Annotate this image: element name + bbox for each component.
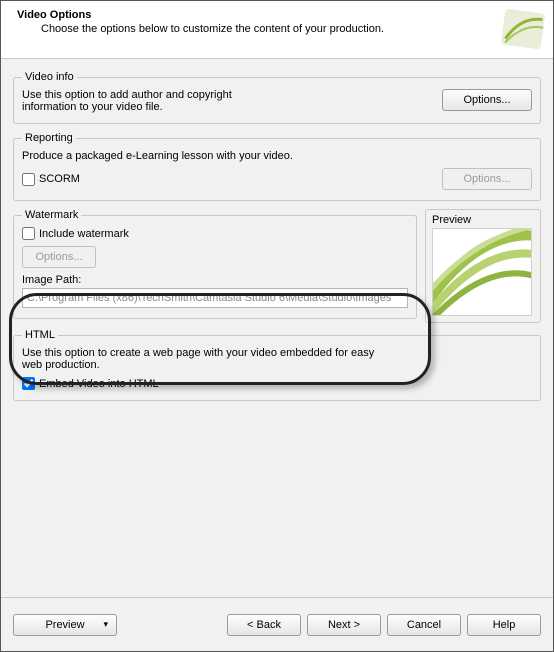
page-title: Video Options [17,9,541,21]
next-button[interactable]: Next > [307,614,381,636]
scorm-checkbox[interactable] [22,173,35,186]
legend-reporting: Reporting [22,132,76,144]
image-path-label: Image Path: [22,274,408,286]
video-info-text: Use this option to add author and copyri… [22,89,232,113]
watermark-options-button: Options... [22,246,96,268]
group-reporting: Reporting Produce a packaged e-Learning … [13,132,541,201]
app-logo-icon [499,5,547,53]
reporting-options-button: Options... [442,168,532,190]
video-info-options-button[interactable]: Options... [442,89,532,111]
embed-html-checkbox[interactable] [22,377,35,390]
wizard-body: Video info Use this option to add author… [1,59,553,597]
embed-html-label: Embed Video into HTML [39,378,159,390]
page-subtitle: Choose the options below to customize th… [41,23,541,35]
back-button[interactable]: < Back [227,614,301,636]
group-html: HTML Use this option to create a web pag… [13,329,541,401]
scorm-label: SCORM [39,173,80,185]
wizard-header: Video Options Choose the options below t… [1,1,553,59]
group-watermark: Watermark Include watermark Options... I… [13,209,417,319]
include-watermark-label: Include watermark [39,228,129,240]
legend-video-info: Video info [22,71,77,83]
wizard-footer: Preview ▾ < Back Next > Cancel Help [1,597,553,651]
image-path-input [22,288,408,308]
legend-watermark: Watermark [22,209,81,221]
preview-dropdown-button[interactable]: Preview ▾ [13,614,117,636]
group-video-info: Video info Use this option to add author… [13,71,541,124]
preview-button-label: Preview [45,619,84,631]
group-watermark-preview: Preview [425,209,541,323]
html-text: Use this option to create a web page wit… [22,347,392,371]
help-button[interactable]: Help [467,614,541,636]
preview-label: Preview [432,214,534,226]
include-watermark-checkbox[interactable] [22,227,35,240]
watermark-preview-image [432,228,532,316]
cancel-button[interactable]: Cancel [387,614,461,636]
caret-down-icon: ▾ [103,619,108,630]
reporting-text: Produce a packaged e-Learning lesson wit… [22,150,532,162]
legend-html: HTML [22,329,58,341]
